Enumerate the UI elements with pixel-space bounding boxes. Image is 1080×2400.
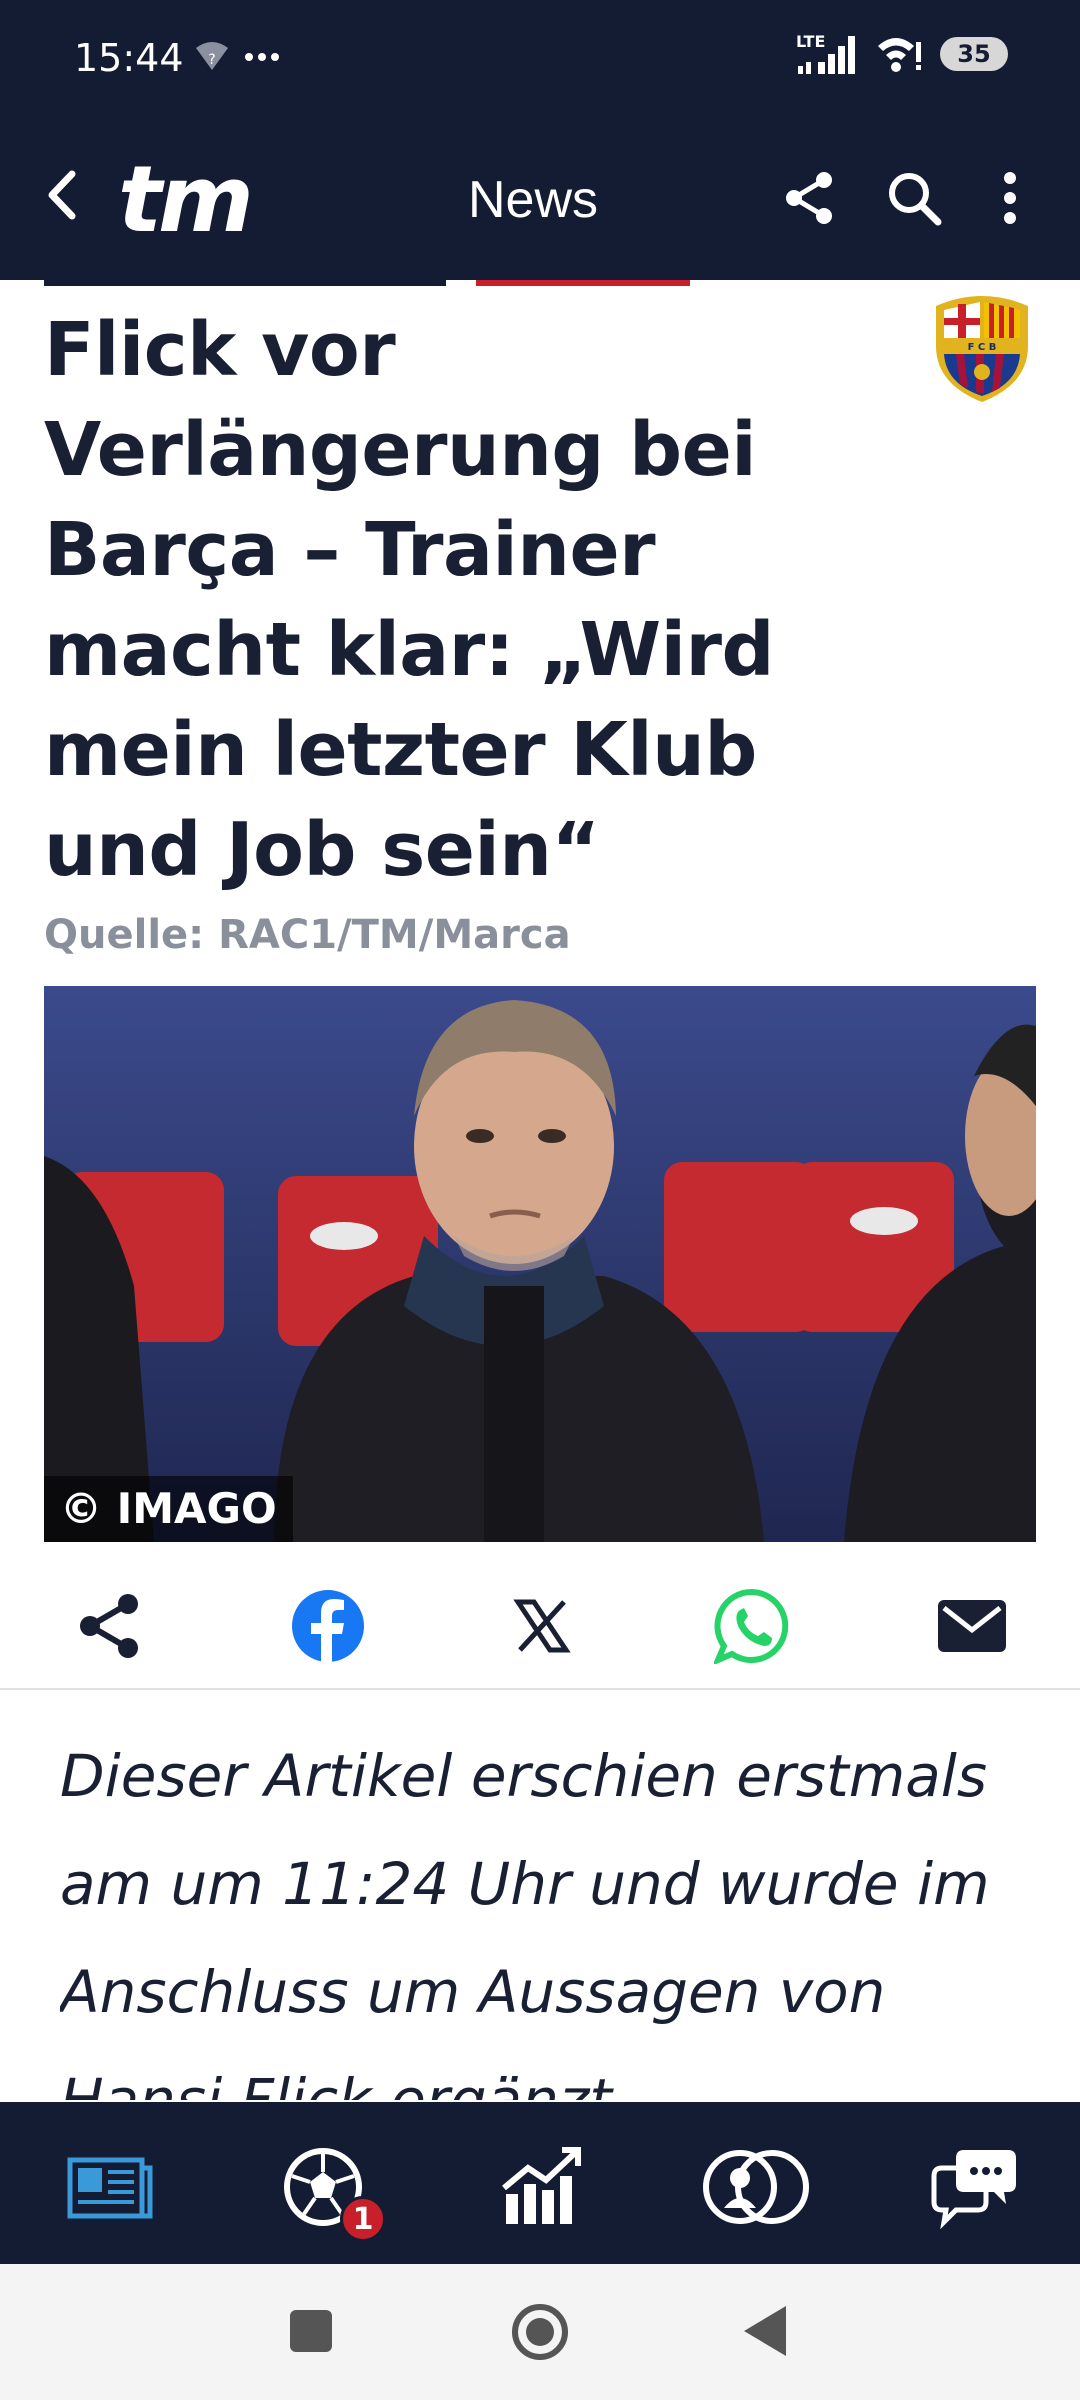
svg-text:F C B: F C B [968,342,997,353]
share-bar [0,1560,1080,1690]
overflow-menu-icon[interactable] [990,168,1030,228]
facebook-icon[interactable] [290,1588,366,1664]
share-icon[interactable] [780,168,840,228]
back-button-icon[interactable] [742,2304,788,2358]
article-headline: Flick vor Verlängerung bei Barça – Train… [44,307,774,893]
chat-icon[interactable] [930,2142,1020,2232]
status-time: 15:44 [74,36,184,80]
home-button-icon[interactable] [510,2302,570,2362]
article-photo[interactable]: © IMAGO [44,986,1036,1542]
mail-icon[interactable] [934,1588,1010,1664]
app-bar: tm News [0,110,1080,280]
notification-badge: 1 [340,2196,386,2242]
status-right-icons: LTE 35 [796,32,1008,76]
more-dots-icon [245,53,279,61]
svg-text:?: ? [208,52,215,68]
whatsapp-icon[interactable] [714,1588,790,1664]
tab-indicator-dark [44,280,446,286]
market-value-icon[interactable] [496,2142,586,2232]
status-bar: 15:44 ? LTE 35 [0,0,1080,110]
transfers-icon[interactable] [700,2142,812,2232]
back-arrow-icon[interactable] [40,168,84,222]
page-title: News [468,171,599,229]
recents-button-icon[interactable] [288,2308,334,2354]
bottom-navigation: 1 [0,2102,1080,2264]
news-icon[interactable] [64,2142,154,2232]
battery-indicator: 35 [940,37,1008,71]
tm-logo[interactable]: tm [118,154,254,246]
search-icon[interactable] [884,168,944,228]
wifi-unknown-icon: ? [196,42,228,70]
signal-icon: LTE [796,32,858,76]
article-lead: Dieser Artikel erschien erstmals am um 1… [60,1742,990,2100]
wifi-icon [878,38,921,72]
article-source: Quelle: RAC1/TM/Marca [44,912,571,958]
image-credit: © IMAGO [44,1476,293,1542]
system-navigation-bar [0,2264,1080,2400]
tab-indicator-red [476,280,690,286]
fc-barcelona-crest-icon[interactable]: F C B [928,292,1036,404]
share-icon[interactable] [72,1588,148,1664]
photo-illustration [44,986,1036,1542]
x-icon[interactable] [504,1588,580,1664]
status-left-icons: ? [194,42,280,72]
